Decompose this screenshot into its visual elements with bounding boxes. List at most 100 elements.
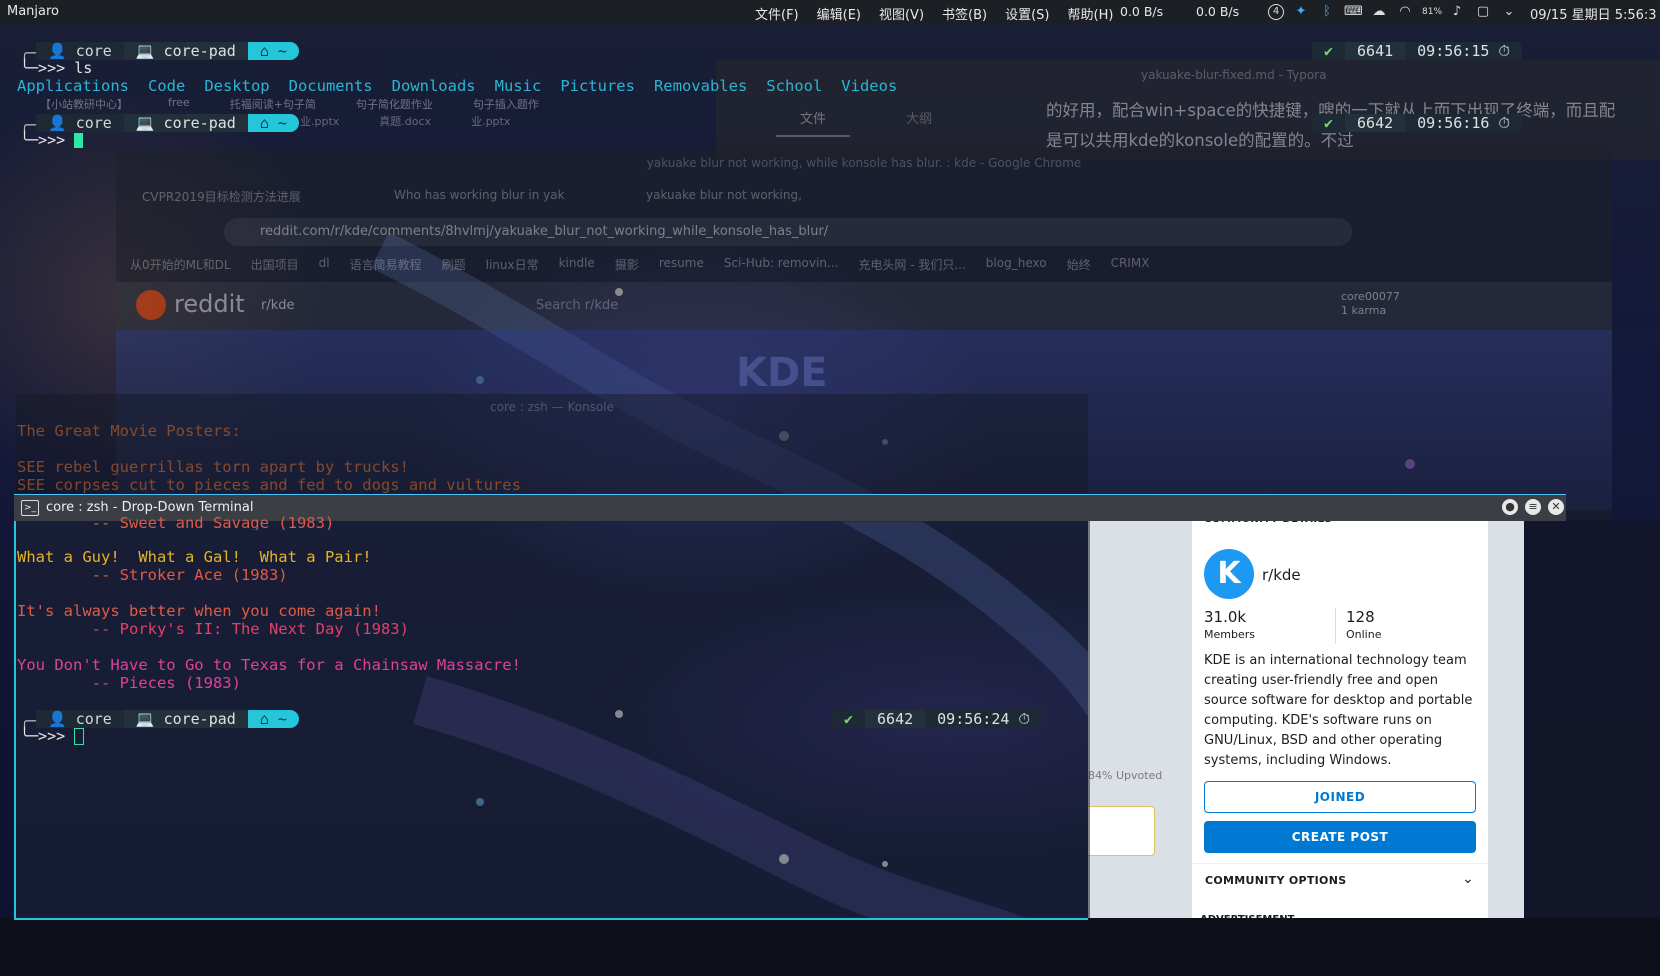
community-options-label: COMMUNITY OPTIONS xyxy=(1205,874,1347,887)
app-launcher-icon[interactable]: ✦ xyxy=(1292,3,1310,21)
bookmark[interactable]: Sci-Hub: removin... xyxy=(724,256,839,273)
ls-item: Pictures xyxy=(560,77,635,95)
prompt-dir: ⌂ ~ xyxy=(247,710,299,728)
subreddit-dropdown[interactable]: r/kde xyxy=(261,298,295,313)
prompt-user: 👤 core xyxy=(36,42,124,60)
karma: 1 karma xyxy=(1341,304,1387,317)
members-count: 31.0k xyxy=(1204,608,1247,626)
reddit-logo[interactable]: reddit xyxy=(136,290,245,320)
username: core00077 xyxy=(1341,290,1400,303)
fortune-line: -- Stroker Ace (1983) xyxy=(17,566,288,584)
clock[interactable]: 09/15 星期日 5:56:3 xyxy=(1530,4,1657,23)
desktop-file-labels-row2: 业.pptx 真题.docx 业.pptx xyxy=(300,113,510,129)
net-download-speed: 0.0 B/s xyxy=(1120,4,1164,19)
app-menu: 文件(F) 编辑(E) 视图(V) 书签(B) 设置(S) 帮助(H) xyxy=(755,4,1131,23)
chrome-tab-strip: CVPR2019目标检测方法进展 Who has working blur in… xyxy=(136,184,882,209)
system-tray: 4 ✦ ᛒ ⌨ ☁ ◠ 81% ♪ ▢ ⌄ xyxy=(1268,3,1518,21)
bookmark[interactable]: blog_hexo xyxy=(986,256,1047,273)
menu-edit[interactable]: 编辑(E) xyxy=(817,4,861,23)
volume-icon[interactable]: ♪ xyxy=(1448,3,1466,21)
prompt-time: 09:56:16 ⏱ xyxy=(1405,114,1523,132)
desktop-file-label: 句子简化题作业 xyxy=(355,98,433,111)
prompt-host: 💻 core-pad xyxy=(123,42,248,60)
create-post-button[interactable]: CREATE POST xyxy=(1204,821,1476,853)
menu-icon[interactable]: ≡ xyxy=(1525,499,1541,515)
subreddit-name[interactable]: r/kde xyxy=(1262,566,1301,584)
kde-logo-icon[interactable]: K xyxy=(1204,549,1254,599)
command-line[interactable]: ╰─>>> xyxy=(20,131,84,149)
ls-item: Videos xyxy=(841,77,898,95)
desktop-file-label: 句子插入题作 xyxy=(472,98,539,111)
desktop-file-label: 业.pptx xyxy=(300,115,340,128)
fortune-line: -- Pieces (1983) xyxy=(17,674,241,692)
typora-tab-files[interactable]: 文件 xyxy=(776,108,851,137)
bookmark[interactable]: 出国项目 xyxy=(251,256,299,273)
bookmark[interactable]: dl xyxy=(319,256,330,273)
desktop-file-label: 托福阅读+句子简 xyxy=(229,98,316,111)
subreddit-description: KDE is an international technology team … xyxy=(1204,653,1473,768)
chrome-tab[interactable]: Who has working blur in yak xyxy=(388,184,630,209)
chrome-address-bar[interactable]: reddit.com/r/kde/comments/8hvlmj/yakuake… xyxy=(224,218,1352,246)
bookmark[interactable]: 充电头网 - 我们只... xyxy=(858,256,965,273)
history-number: 6641 xyxy=(1345,42,1406,60)
prompt-host: 💻 core-pad xyxy=(123,710,248,728)
fortune-text: -- Sweet and Savage (1983) xyxy=(17,514,335,530)
prompt-time: 09:56:24 ⏱ xyxy=(925,710,1043,728)
desktop-file-label: 真题.docx xyxy=(379,115,432,128)
community-options-row[interactable]: COMMUNITY OPTIONS ⌄ xyxy=(1192,863,1488,894)
joined-button[interactable]: JOINED xyxy=(1204,781,1476,813)
bookmark[interactable]: resume xyxy=(659,256,704,273)
reddit-wordmark: reddit xyxy=(174,290,245,318)
weather-icon[interactable]: ☁ xyxy=(1370,3,1388,21)
ls-item: Documents xyxy=(288,77,373,95)
comment-box[interactable] xyxy=(1088,806,1155,856)
konsole-output-line: The Great Movie Posters: xyxy=(17,422,241,440)
chrome-tab-active[interactable]: yakuake blur not working, xyxy=(640,184,882,209)
chrome-tab[interactable]: CVPR2019目标检测方法进展 xyxy=(136,184,378,209)
menu-view[interactable]: 视图(V) xyxy=(879,4,924,23)
net-upload-speed: 0.0 B/s xyxy=(1196,4,1240,19)
typora-tab-outline[interactable]: 大纲 xyxy=(906,108,932,127)
menu-help[interactable]: 帮助(H) xyxy=(1068,4,1114,23)
ls-item: Code xyxy=(147,77,186,95)
ls-item: Downloads xyxy=(391,77,476,95)
menu-bookmarks[interactable]: 书签(B) xyxy=(942,4,987,23)
battery-icon[interactable]: 81% xyxy=(1422,3,1442,21)
command-line[interactable]: ╰─>>> xyxy=(20,727,85,745)
bookmark[interactable]: 语言简易教程 xyxy=(350,256,422,273)
prompt-right-bar: ✔ 6642 09:56:16 ⏱ xyxy=(1312,114,1523,132)
close-icon[interactable]: ✕ xyxy=(1548,499,1564,515)
notifications-icon[interactable]: 4 xyxy=(1268,4,1284,20)
input-method-icon[interactable]: ⌨ xyxy=(1344,3,1363,21)
bluetooth-icon[interactable]: ᛒ xyxy=(1318,3,1336,21)
prompt-user: 👤 core xyxy=(36,710,124,728)
tray-expand-chevron-icon[interactable]: ⌄ xyxy=(1500,3,1518,21)
kde-banner-logo: KDE xyxy=(736,350,828,396)
clipboard-icon[interactable]: ▢ xyxy=(1474,3,1492,21)
wifi-icon[interactable]: ◠ xyxy=(1396,3,1414,21)
user-menu[interactable]: core00077 1 karma xyxy=(1341,290,1400,318)
menu-file[interactable]: 文件(F) xyxy=(755,4,799,23)
bookmark[interactable]: 摄影 xyxy=(615,256,639,273)
status-ok-icon: ✔ xyxy=(1312,42,1346,60)
bookmark[interactable]: 刷题 xyxy=(442,256,466,273)
desktop-edge xyxy=(1524,520,1660,920)
menu-settings[interactable]: 设置(S) xyxy=(1005,4,1049,23)
bookmark[interactable]: 始终 xyxy=(1067,256,1091,273)
terminal-bottom-edge xyxy=(14,918,1088,920)
reddit-search-input[interactable]: Search r/kde xyxy=(536,298,618,313)
bookmark[interactable]: CRIMX xyxy=(1111,256,1150,273)
typora-window[interactable]: yakuake-blur-fixed.md - Typora 文件 大纲 的好用… xyxy=(716,60,1660,160)
dropdown-terminal-title: core : zsh - Drop-Down Terminal xyxy=(46,500,254,515)
members-label: Members xyxy=(1204,628,1255,641)
bookmark[interactable]: 从0开始的ML和DL xyxy=(130,256,231,273)
pin-icon[interactable]: ● xyxy=(1502,499,1518,515)
prompt-right-bar: ✔ 6642 09:56:24 ⏱ xyxy=(832,710,1043,728)
terminal-cursor xyxy=(74,728,85,745)
command-line: ╰─>>> ls xyxy=(20,59,93,77)
distro-label[interactable]: Manjaro xyxy=(7,4,59,19)
konsole-output-line: SEE rebel guerrillas torn apart by truck… xyxy=(17,458,409,476)
bookmark[interactable]: linux日常 xyxy=(486,256,539,273)
bookmark[interactable]: kindle xyxy=(559,256,595,273)
ls-item: Music xyxy=(494,77,542,95)
